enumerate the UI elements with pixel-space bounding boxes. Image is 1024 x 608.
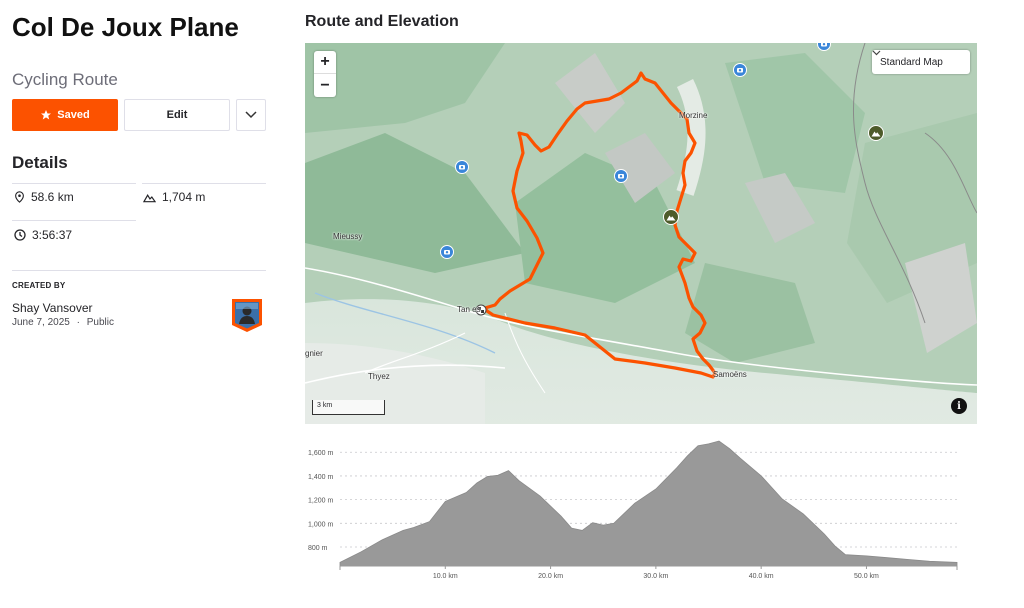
map-terrain <box>305 43 977 424</box>
route-and-elevation-heading: Route and Elevation <box>305 13 459 30</box>
y-tick-label: 1,400 m <box>308 474 333 481</box>
x-tick-label: 10.0 km <box>433 573 458 580</box>
chevron-down-icon <box>245 111 257 119</box>
elevation-value: 1,704 m <box>162 190 206 204</box>
camera-poi-icon[interactable] <box>614 169 628 185</box>
zoom-controls: + − <box>314 51 336 97</box>
created-date: June 7, 2025 <box>12 317 70 328</box>
camera-poi-icon[interactable] <box>455 160 469 176</box>
camera-poi-icon[interactable] <box>817 43 831 53</box>
y-tick-label: 1,000 m <box>308 521 333 528</box>
clock-icon <box>14 229 26 241</box>
elevation-area <box>339 440 958 567</box>
route-type: Cycling Route <box>12 70 118 89</box>
map-info-button[interactable]: i <box>951 398 967 414</box>
details-heading: Details <box>12 153 68 172</box>
camera-poi-icon[interactable] <box>440 245 454 261</box>
summit-poi-icon[interactable] <box>663 209 679 225</box>
place-label-marignier: gnier <box>305 349 323 358</box>
summit-poi-icon[interactable] <box>868 125 884 141</box>
chevron-down-icon <box>872 50 881 56</box>
stat-divider <box>142 183 266 184</box>
zoom-out-button[interactable]: − <box>314 74 336 97</box>
route-map[interactable]: Morzine Mieussy Tan es Samoëns Thyez gni… <box>305 43 977 424</box>
section-divider <box>12 270 266 271</box>
time-stat: 3:56:37 <box>14 228 72 242</box>
place-label-mieussy: Mieussy <box>333 232 363 241</box>
y-tick-label: 1,200 m <box>308 498 333 505</box>
distance-stat: 58.6 km <box>14 190 74 204</box>
zoom-in-button[interactable]: + <box>314 51 336 74</box>
x-tick-label: 20.0 km <box>538 573 563 580</box>
location-pin-icon <box>15 191 24 203</box>
camera-poi-icon[interactable] <box>733 63 747 79</box>
route-title: Col De Joux Plane <box>12 12 239 42</box>
place-label-samoens: Samoëns <box>713 370 747 379</box>
map-type-label: Standard Map <box>880 56 943 68</box>
saved-button[interactable]: Saved <box>12 99 118 131</box>
visibility: Public <box>86 317 114 328</box>
distance-value: 58.6 km <box>31 190 74 204</box>
x-tick-label: 50.0 km <box>854 573 879 580</box>
stat-divider <box>12 183 136 184</box>
place-label-morzine: Morzine <box>679 111 708 120</box>
saved-label: Saved <box>57 109 90 121</box>
y-tick-label: 1,600 m <box>308 450 333 457</box>
star-icon <box>41 110 52 120</box>
elevation-stat: 1,704 m <box>143 190 205 204</box>
x-tick-label: 40.0 km <box>749 573 774 580</box>
creator-avatar[interactable] <box>230 297 264 333</box>
edit-button[interactable]: Edit <box>124 99 230 131</box>
created-by-label: CREATED BY <box>12 281 66 290</box>
x-tick-label: 30.0 km <box>643 573 668 580</box>
creator-name[interactable]: Shay Vansover <box>12 301 93 315</box>
time-value: 3:56:37 <box>32 228 73 242</box>
more-options-button[interactable] <box>236 99 266 131</box>
meta-separator: · <box>76 317 80 328</box>
route-details-panel: Col De Joux Plane Cycling Route Saved Ed… <box>12 0 266 608</box>
map-type-dropdown[interactable]: Standard Map <box>872 50 970 74</box>
place-label-thyez: Thyez <box>368 372 390 381</box>
stat-divider <box>12 220 136 221</box>
place-label-taninges: Tan es <box>457 305 481 314</box>
elevation-chart[interactable]: 800 m 1,000 m 1,200 m 1,400 m 1,600 m 10.0 km… <box>305 432 977 582</box>
map-scale-bar: 3 km <box>312 400 385 415</box>
mountain-icon <box>143 193 156 202</box>
creator-meta: June 7, 2025 · Public <box>12 317 114 328</box>
y-tick-label: 800 m <box>308 545 328 552</box>
